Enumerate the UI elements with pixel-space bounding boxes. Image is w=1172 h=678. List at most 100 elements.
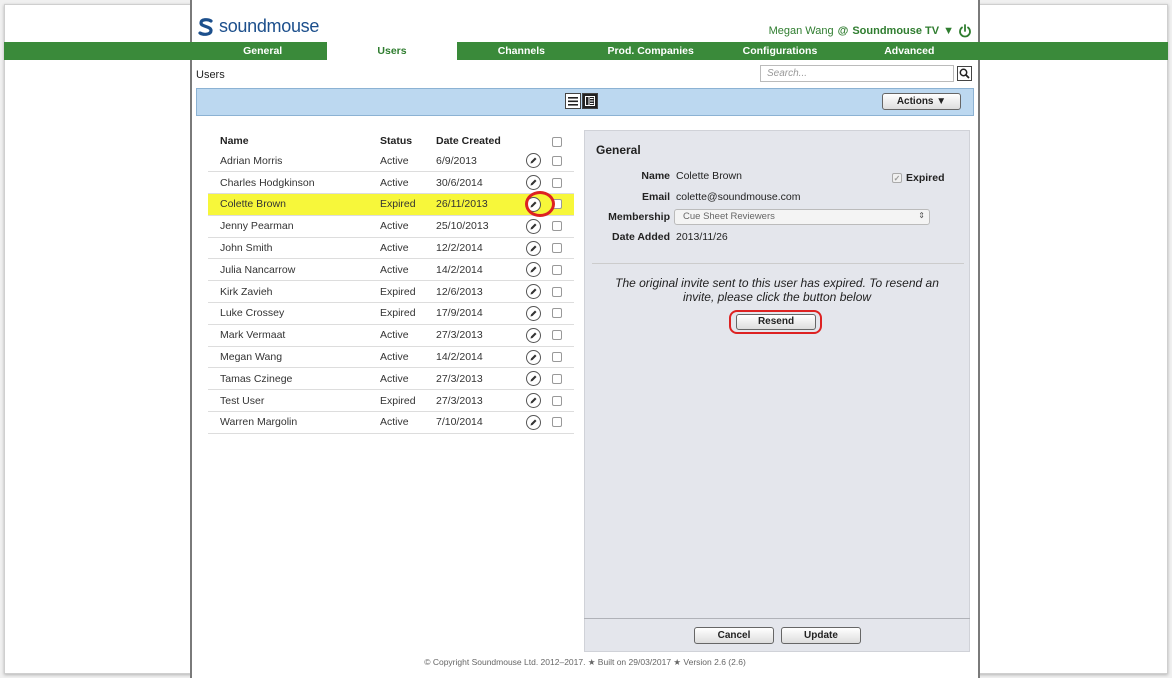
- search-icon: [959, 68, 970, 79]
- edit-pencil-icon[interactable]: [526, 371, 541, 387]
- row-select-checkbox[interactable]: [552, 352, 562, 363]
- split-view-button[interactable]: [582, 93, 598, 109]
- row-select-checkbox[interactable]: [552, 417, 562, 428]
- table-row[interactable]: Colette Brown Expired 26/11/2013: [208, 193, 574, 216]
- cell-status: Expired: [368, 302, 424, 325]
- resend-button[interactable]: Resend: [736, 314, 816, 330]
- table-row[interactable]: Adrian Morris Active 6/9/2013: [208, 150, 574, 173]
- edit-pencil-icon[interactable]: [526, 240, 541, 256]
- table-row[interactable]: Julia Nancarrow Active 14/2/2014: [208, 258, 574, 282]
- column-header-edit: [526, 130, 552, 150]
- cell-name: Mark Vermaat: [208, 324, 368, 347]
- row-select-checkbox[interactable]: [552, 308, 562, 319]
- soundmouse-logo[interactable]: soundmouse: [198, 16, 319, 37]
- cell-name: Luke Crossey: [208, 302, 368, 325]
- user-name: Megan Wang: [768, 25, 834, 37]
- account-menu[interactable]: Megan Wang @ Soundmouse TV ▼: [769, 24, 972, 38]
- edit-pencil-icon[interactable]: [526, 349, 541, 365]
- cell-date-created: 7/10/2014: [424, 411, 526, 434]
- soundmouse-logo-icon: [198, 17, 214, 36]
- membership-select[interactable]: Cue Sheet Reviewers ⇕: [674, 209, 930, 225]
- tab-channels[interactable]: Channels: [457, 42, 586, 60]
- row-select-checkbox[interactable]: [552, 286, 562, 297]
- cell-edit: [526, 411, 552, 434]
- cell-status: Active: [368, 171, 424, 195]
- cell-date-created: 12/6/2013: [424, 280, 526, 304]
- table-row[interactable]: Test User Expired 27/3/2013: [208, 389, 574, 413]
- row-select-checkbox[interactable]: [552, 330, 562, 341]
- table-row[interactable]: Warren Margolin Active 7/10/2014: [208, 411, 574, 434]
- email-value: colette@soundmouse.com: [676, 191, 801, 203]
- row-select-checkbox[interactable]: [552, 264, 562, 275]
- cell-select: [552, 346, 574, 369]
- search-input[interactable]: Search...: [760, 65, 954, 82]
- row-select-checkbox[interactable]: [552, 155, 562, 166]
- cell-edit: [526, 324, 552, 347]
- row-select-checkbox[interactable]: [552, 243, 562, 254]
- cell-edit: [526, 215, 552, 238]
- date-added-value: 2013/11/26: [676, 231, 728, 243]
- table-row[interactable]: Mark Vermaat Active 27/3/2013: [208, 324, 574, 347]
- cell-select: [552, 280, 574, 304]
- edit-pencil-icon[interactable]: [526, 262, 541, 278]
- row-select-checkbox[interactable]: [552, 177, 562, 188]
- edit-pencil-icon[interactable]: [526, 327, 541, 343]
- power-icon[interactable]: [958, 24, 972, 38]
- name-value: Colette Brown: [676, 170, 742, 182]
- cell-date-created: 27/3/2013: [424, 367, 526, 391]
- cell-name: Kirk Zavieh: [208, 280, 368, 304]
- section-divider: [592, 263, 964, 264]
- table-row[interactable]: Tamas Czinege Active 27/3/2013: [208, 367, 574, 391]
- update-button[interactable]: Update: [781, 627, 861, 644]
- column-header-select: [552, 130, 574, 150]
- tab-prod-companies[interactable]: Prod. Companies: [586, 42, 715, 60]
- cell-status: Active: [368, 258, 424, 282]
- tab-configurations[interactable]: Configurations: [715, 42, 844, 60]
- cell-date-created: 26/11/2013: [424, 193, 526, 216]
- cell-name: Adrian Morris: [208, 150, 368, 173]
- chevron-down-icon[interactable]: ▼: [943, 25, 954, 37]
- cell-edit: [526, 258, 552, 282]
- edit-pencil-icon[interactable]: [526, 414, 541, 430]
- edit-pencil-icon[interactable]: [526, 175, 541, 191]
- column-header-name[interactable]: Name: [208, 130, 368, 150]
- column-header-status[interactable]: Status: [368, 130, 424, 150]
- cell-date-created: 30/6/2014: [424, 171, 526, 195]
- table-row[interactable]: Luke Crossey Expired 17/9/2014: [208, 302, 574, 325]
- select-all-checkbox[interactable]: [552, 137, 562, 147]
- edit-pencil-icon[interactable]: [526, 393, 541, 409]
- search-button[interactable]: [957, 66, 972, 81]
- cell-select: [552, 411, 574, 434]
- cancel-button[interactable]: Cancel: [694, 627, 774, 644]
- table-row[interactable]: Megan Wang Active 14/2/2014: [208, 346, 574, 369]
- table-row[interactable]: Kirk Zavieh Expired 12/6/2013: [208, 280, 574, 304]
- edit-pencil-icon[interactable]: [526, 218, 541, 234]
- table-row[interactable]: Charles Hodgkinson Active 30/6/2014: [208, 171, 574, 195]
- expired-status: ✓ Expired: [892, 172, 945, 184]
- table-row[interactable]: Jenny Pearman Active 25/10/2013: [208, 215, 574, 238]
- actions-button[interactable]: Actions ▼: [882, 93, 961, 110]
- table-header-row: Name Status Date Created: [208, 130, 574, 150]
- table-row[interactable]: John Smith Active 12/2/2014: [208, 237, 574, 260]
- tab-general[interactable]: General: [198, 42, 327, 60]
- cell-date-created: 25/10/2013: [424, 215, 526, 238]
- cell-status: Active: [368, 150, 424, 173]
- cell-date-created: 17/9/2014: [424, 302, 526, 325]
- logo-text: soundmouse: [219, 16, 320, 36]
- row-select-checkbox[interactable]: [552, 373, 562, 384]
- row-select-checkbox[interactable]: [552, 221, 562, 232]
- tab-users[interactable]: Users: [327, 42, 457, 62]
- list-view-button[interactable]: [565, 93, 581, 109]
- email-label: Email: [641, 191, 670, 203]
- cell-name: Jenny Pearman: [208, 215, 368, 238]
- cell-name: Julia Nancarrow: [208, 258, 368, 282]
- column-header-date[interactable]: Date Created: [424, 130, 526, 150]
- edit-pencil-icon[interactable]: [526, 284, 541, 300]
- row-select-checkbox[interactable]: [552, 395, 562, 406]
- cell-select: [552, 237, 574, 260]
- cell-name: John Smith: [208, 237, 368, 260]
- tab-advanced[interactable]: Advanced: [845, 42, 974, 60]
- invite-expired-message: The original invite sent to this user ha…: [615, 276, 939, 304]
- edit-pencil-icon[interactable]: [526, 153, 541, 169]
- edit-pencil-icon[interactable]: [526, 305, 541, 321]
